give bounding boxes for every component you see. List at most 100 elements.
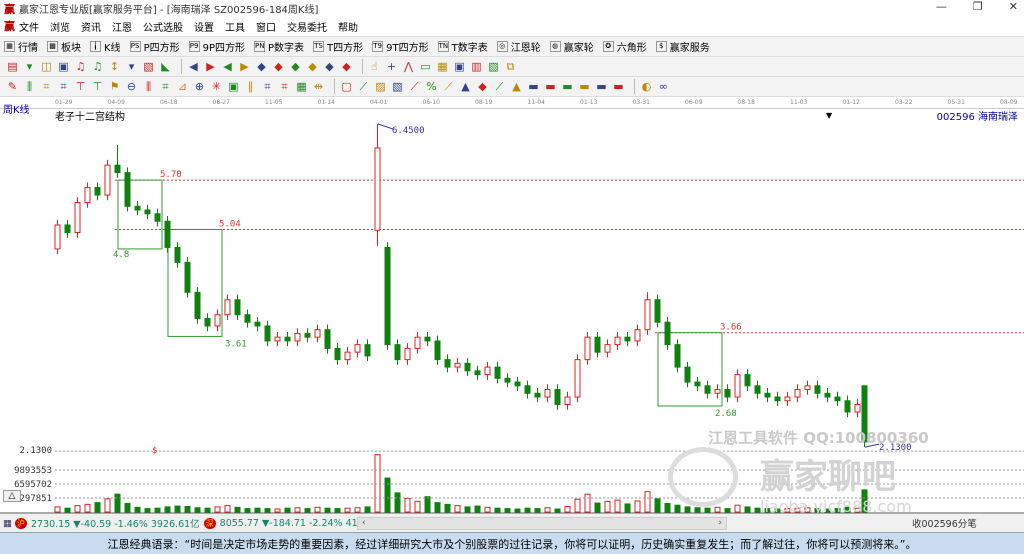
tool-icon[interactable]: ▶ — [204, 60, 217, 73]
scroll-left-button[interactable]: ‹ — [362, 518, 366, 528]
tool-icon[interactable]: ⟋ — [493, 80, 506, 93]
menu-item-8[interactable]: 交易委托 — [287, 19, 327, 34]
tool-icon[interactable]: ◆ — [272, 60, 285, 73]
menu-item-2[interactable]: 资讯 — [81, 19, 101, 34]
tool-icon[interactable]: ⫼ — [23, 80, 36, 93]
scroll-right-button[interactable]: › — [718, 518, 722, 528]
tool-icon[interactable]: ◆ — [306, 60, 319, 73]
tool-icon[interactable]: ⟋ — [357, 80, 370, 93]
tool-icon[interactable]: ⊖ — [125, 80, 138, 93]
tool-icon[interactable]: ✎ — [6, 80, 19, 93]
tool-icon[interactable]: ▧ — [142, 60, 155, 73]
tick-detail-button[interactable]: 收002596分笔 — [912, 516, 977, 530]
tool-icon[interactable]: ▶ — [238, 60, 251, 73]
menu-item-9[interactable]: 帮助 — [338, 19, 358, 34]
tool-icon[interactable]: ☝ — [368, 60, 381, 73]
tool-icon[interactable]: ▦ — [436, 60, 449, 73]
toolbar-button-1[interactable]: ▩ 板块 — [47, 39, 81, 54]
tool-icon[interactable]: ◫ — [40, 60, 53, 73]
tool-icon[interactable]: ⌗ — [159, 80, 172, 93]
tool-icon[interactable]: ⇹ — [312, 80, 325, 93]
tool-icon[interactable]: ◆ — [340, 60, 353, 73]
tool-icon[interactable]: ▲ — [459, 80, 472, 93]
tool-icon[interactable]: ↕ — [108, 60, 121, 73]
dropdown-arrow-icon[interactable]: ▼ — [826, 111, 832, 120]
toolbar-button-5[interactable]: PN P数字表 — [254, 39, 304, 54]
tool-icon[interactable]: ◣ — [159, 60, 172, 73]
tool-icon[interactable]: ⫼ — [142, 80, 155, 93]
tool-icon[interactable]: ◆ — [289, 60, 302, 73]
tool-icon[interactable]: ◀ — [187, 60, 200, 73]
toolbar-button-7[interactable]: T9 9T四方形 — [372, 39, 429, 54]
tool-icon[interactable]: + — [385, 60, 398, 73]
menu-item-1[interactable]: 浏览 — [50, 19, 70, 34]
menu-item-3[interactable]: 江恩 — [112, 19, 132, 34]
menu-item-0[interactable]: 文件 — [19, 19, 39, 34]
tool-icon[interactable]: % — [425, 80, 438, 93]
tool-icon[interactable]: ⌗ — [278, 80, 291, 93]
toolbar-button-3[interactable]: PS P四方形 — [129, 39, 180, 54]
toolbar-button-6[interactable]: TS T四方形 — [313, 39, 363, 54]
tool-icon[interactable]: ⊿ — [176, 80, 189, 93]
tool-icon[interactable]: ◀ — [221, 60, 234, 73]
tool-icon[interactable]: ▣ — [227, 80, 240, 93]
tool-icon[interactable]: ⌗ — [57, 80, 70, 93]
toolbar-button-0[interactable]: ▦ 行情 — [4, 39, 38, 54]
menu-item-7[interactable]: 窗口 — [256, 19, 276, 34]
tool-icon[interactable]: ▤ — [6, 60, 19, 73]
menu-item-4[interactable]: 公式选股 — [143, 19, 183, 34]
toolbar-button-2[interactable]: ╽ K线 — [90, 39, 121, 54]
menu-item-6[interactable]: 工具 — [225, 19, 245, 34]
tool-icon[interactable]: ⋀ — [402, 60, 415, 73]
close-button[interactable]: ✕ — [1009, 0, 1018, 13]
tool-icon[interactable]: ✳ — [210, 80, 223, 93]
grid-icon[interactable]: ▦ — [3, 518, 12, 529]
tool-icon[interactable]: ▧ — [391, 80, 404, 93]
restore-button[interactable]: ❐ — [973, 0, 983, 13]
toolbar-button-10[interactable]: ◍ 赢家轮 — [549, 39, 594, 54]
tool-icon[interactable]: ⟋ — [442, 80, 455, 93]
tool-icon[interactable]: ▬ — [527, 80, 540, 93]
tool-icon[interactable]: ⊤ — [91, 80, 104, 93]
tool-icon[interactable]: ▧ — [487, 60, 500, 73]
tool-icon[interactable]: ▬ — [561, 80, 574, 93]
tool-icon[interactable]: ⊕ — [193, 80, 206, 93]
tool-icon[interactable]: ▬ — [578, 80, 591, 93]
tool-icon[interactable]: ◆ — [476, 80, 489, 93]
tool-icon[interactable]: ▬ — [544, 80, 557, 93]
tool-icon[interactable]: ▬ — [595, 80, 608, 93]
collapse-toggle[interactable]: △ — [3, 490, 21, 502]
tool-icon[interactable]: ◆ — [255, 60, 268, 73]
toolbar-button-4[interactable]: P9 9P四方形 — [188, 39, 245, 54]
tool-icon[interactable]: ◆ — [323, 60, 336, 73]
minimize-button[interactable]: — — [936, 0, 947, 13]
tool-icon[interactable]: ▥ — [470, 60, 483, 73]
tool-icon[interactable]: ▨ — [374, 80, 387, 93]
tool-icon[interactable]: ▲ — [510, 80, 523, 93]
tool-icon[interactable]: ▭ — [419, 60, 432, 73]
tool-icon[interactable]: ⚑ — [108, 80, 121, 93]
tool-icon[interactable]: ◐ — [640, 80, 653, 93]
tool-icon[interactable]: ▣ — [57, 60, 70, 73]
horizontal-scrollbar[interactable]: ‹ › — [357, 517, 727, 530]
menu-item-5[interactable]: 设置 — [194, 19, 214, 34]
tool-icon[interactable]: ⌗ — [40, 80, 53, 93]
tool-icon[interactable]: ▢ — [340, 80, 353, 93]
tool-icon[interactable]: ▬ — [612, 80, 625, 93]
toolbar-button-12[interactable]: $ 赢家服务 — [655, 39, 710, 54]
tool-icon[interactable]: ⊤ — [74, 80, 87, 93]
toolbar-button-9[interactable]: ◎ 江恩轮 — [496, 39, 541, 54]
toolbar-button-8[interactable]: TN T数字表 — [437, 39, 488, 54]
tool-icon[interactable]: ⟋ — [408, 80, 421, 93]
tool-icon[interactable]: ∥ — [244, 80, 257, 93]
tool-icon[interactable]: ⧉ — [504, 60, 517, 73]
sh-index-quote[interactable]: 2730.15 ▼-40.59 -1.46% 3926.61亿 — [31, 516, 200, 530]
tool-icon[interactable]: ▣ — [453, 60, 466, 73]
tool-icon[interactable]: ▦ — [295, 80, 308, 93]
kline-chart[interactable]: 5.70 5.04 3.66 4.8 3.61 2.68 6.4500 2.1300 2.130… — [0, 97, 1024, 516]
toolbar-button-11[interactable]: ✪ 六角形 — [602, 39, 647, 54]
tool-icon[interactable]: ∞ — [657, 80, 670, 93]
tool-icon[interactable]: ♫ — [74, 60, 87, 73]
tool-icon[interactable]: ▾ — [125, 60, 138, 73]
tool-icon[interactable]: ♫ — [91, 60, 104, 73]
